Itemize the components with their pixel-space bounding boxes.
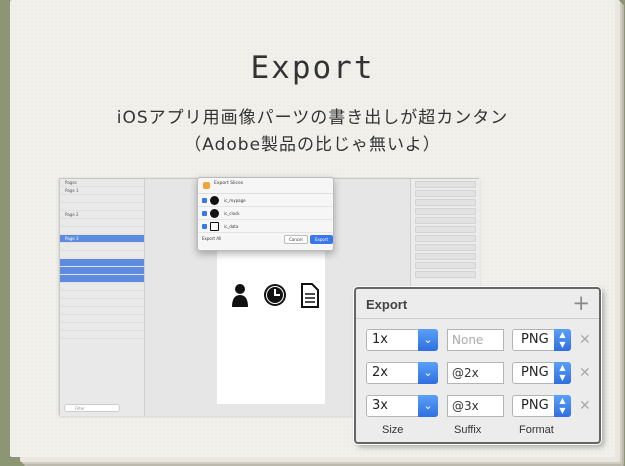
export-panel-header: Export + — [356, 289, 599, 319]
checkbox-icon[interactable] — [202, 224, 207, 229]
export-button[interactable]: Export — [310, 235, 334, 244]
book-background: Export iOSアプリ用画像パーツの書き出しが超カンタン （Adobe製品の… — [0, 0, 625, 466]
add-export-icon[interactable]: + — [572, 292, 590, 314]
page-subtitle-line1: iOSアプリ用画像パーツの書き出しが超カンタン — [116, 108, 509, 128]
export-panel-title: Export — [366, 297, 408, 312]
layer-row[interactable] — [60, 291, 144, 299]
format-select[interactable]: PNG ▲ ▼ — [512, 395, 571, 417]
slice-name: ic_clock — [224, 211, 240, 216]
chevron-down-icon: ⌄ — [418, 395, 438, 417]
inspector-field[interactable] — [415, 262, 476, 269]
layer-filter-input[interactable]: Filter — [64, 404, 120, 412]
stepper-icon: ▲ ▼ — [554, 329, 571, 351]
inspector-field[interactable] — [415, 253, 476, 260]
stepper-icon: ▲ ▼ — [554, 395, 571, 417]
inspector-field[interactable] — [415, 235, 476, 242]
inspector-field[interactable] — [415, 181, 476, 188]
artboard-icons — [232, 283, 319, 308]
sidebar-item[interactable] — [60, 251, 144, 259]
person-icon — [232, 284, 248, 307]
export-slices-dialog: Export Slices ic_mypage ic_clock ic_data… — [197, 177, 334, 251]
dialog-title: Export Slices — [198, 178, 333, 194]
slice-name: ic_mypage — [224, 198, 246, 203]
artboard[interactable] — [217, 246, 325, 404]
layer-row[interactable] — [60, 307, 144, 315]
sketch-app-icon — [203, 182, 210, 189]
page-title: Export — [250, 50, 375, 86]
layer-row-selected[interactable] — [60, 267, 144, 275]
sidebar-page-item-selected[interactable]: Page 3 — [60, 235, 144, 243]
format-select[interactable]: PNG ▲ ▼ — [512, 362, 571, 384]
remove-icon[interactable]: ✕ — [579, 362, 591, 384]
sidebar-item[interactable] — [60, 227, 144, 235]
suffix-input[interactable]: None — [447, 329, 504, 351]
layers-sidebar: Pages Page 1 Page 2 Page 3 Filter — [60, 179, 145, 416]
export-row: 3x ⌄ @3x PNG ▲ ▼ ✕ — [366, 395, 592, 417]
layer-row[interactable] — [60, 331, 144, 339]
document-icon — [210, 222, 219, 231]
format-select[interactable]: PNG ▲ ▼ — [512, 329, 571, 351]
inspector-field[interactable] — [415, 190, 476, 197]
dialog-footer: Export All Cancel Export — [198, 233, 334, 244]
stepper-icon: ▲ ▼ — [554, 362, 571, 384]
checkbox-icon[interactable] — [202, 198, 207, 203]
sidebar-page-item[interactable]: Page 2 — [60, 211, 144, 219]
suffix-input[interactable]: @2x — [447, 362, 504, 384]
slice-item[interactable]: ic_data — [198, 220, 333, 233]
size-select[interactable]: 1x ⌄ — [366, 329, 438, 351]
clock-icon — [264, 284, 286, 306]
layer-row[interactable] — [60, 315, 144, 323]
layer-row-selected[interactable] — [60, 275, 144, 283]
export-panel: Export + 1x ⌄ None PNG ▲ ▼ ✕ 2x ⌄ @2x PNG ▲ ▼ … — [354, 287, 601, 444]
slice-item[interactable]: ic_mypage — [198, 194, 333, 207]
cancel-button[interactable]: Cancel — [284, 235, 308, 244]
slice-item[interactable]: ic_clock — [198, 207, 333, 220]
size-select[interactable]: 3x ⌄ — [366, 395, 438, 417]
document-icon — [301, 283, 319, 308]
checkbox-icon[interactable] — [202, 211, 207, 216]
page-subtitle-line2: （Adobe製品の比じゃ無いよ） — [184, 135, 441, 155]
inspector-field[interactable] — [415, 244, 476, 251]
layer-row[interactable] — [60, 323, 144, 331]
layer-row[interactable] — [60, 299, 144, 307]
sidebar-page-item[interactable]: Page 1 — [60, 187, 144, 195]
sidebar-item[interactable] — [60, 195, 144, 203]
sidebar-item[interactable] — [60, 203, 144, 211]
remove-icon[interactable]: ✕ — [579, 395, 591, 417]
column-label-format: Format — [519, 424, 554, 436]
export-row: 2x ⌄ @2x PNG ▲ ▼ ✕ — [366, 362, 592, 384]
layer-row-selected[interactable] — [60, 259, 144, 267]
inspector-field[interactable] — [415, 217, 476, 224]
clock-icon — [210, 209, 219, 218]
export-all-checkbox[interactable]: Export All — [202, 236, 221, 241]
remove-icon[interactable]: ✕ — [579, 329, 591, 351]
inspector-field[interactable] — [415, 226, 476, 233]
layer-row[interactable] — [60, 283, 144, 291]
export-row: 1x ⌄ None PNG ▲ ▼ ✕ — [366, 329, 592, 351]
sidebar-header: Pages — [60, 179, 144, 187]
chevron-down-icon: ⌄ — [418, 362, 438, 384]
suffix-input[interactable]: @3x — [447, 395, 504, 417]
inspector-field[interactable] — [415, 271, 476, 278]
column-label-suffix: Suffix — [454, 424, 482, 436]
person-icon — [210, 196, 219, 205]
sidebar-item[interactable] — [60, 219, 144, 227]
column-label-size: Size — [382, 424, 404, 436]
sidebar-item[interactable] — [60, 243, 144, 251]
inspector-field[interactable] — [415, 199, 476, 206]
size-select[interactable]: 2x ⌄ — [366, 362, 438, 384]
chevron-down-icon: ⌄ — [418, 329, 438, 351]
inspector-field[interactable] — [415, 208, 476, 215]
slice-name: ic_data — [224, 224, 239, 229]
